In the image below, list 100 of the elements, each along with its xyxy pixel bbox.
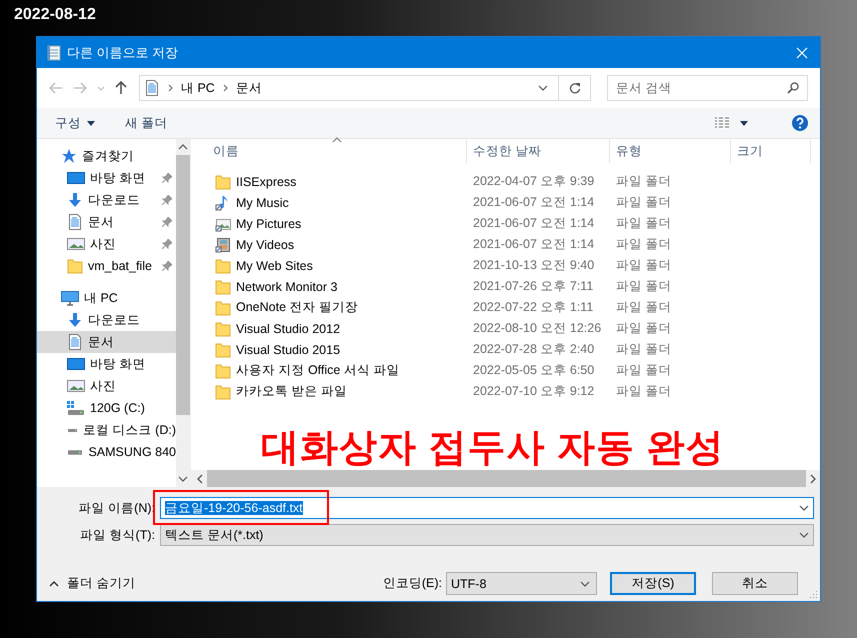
file-name[interactable]: My Music: [236, 196, 289, 210]
folder-icon: [215, 278, 231, 294]
resize-grip-icon: [808, 589, 818, 599]
column-header[interactable]: 크기: [731, 139, 811, 163]
breadcrumb-item[interactable]: 내 PC: [181, 80, 215, 96]
vertical-scrollbar[interactable]: [176, 139, 190, 487]
chevron-icon: [168, 84, 173, 92]
navigation-item[interactable]: SAMSUNG 840: [37, 441, 176, 463]
folder-icon: [215, 300, 231, 316]
encoding-dropdown[interactable]: UTF-8: [446, 572, 597, 595]
modified-date: 2022-07-28 오후 2:40: [472, 341, 596, 358]
folder-icon: [215, 384, 231, 400]
dialog-button[interactable]: 취소: [712, 572, 798, 595]
modified-date: 2021-06-07 오전 1:14: [472, 215, 596, 232]
file-type: 파일 폴더: [615, 215, 672, 232]
details-view-icon: [714, 117, 730, 129]
navigation-item[interactable]: 120G (C:): [37, 397, 176, 419]
address-bar[interactable]: 내 PC 문서: [139, 75, 591, 101]
navigation-item[interactable]: 다운로드: [37, 309, 176, 331]
hide-folders-button[interactable]: 폴더 숨기기: [49, 575, 136, 592]
file-name-field[interactable]: 금요일-19-20-56-asdf.txt: [160, 497, 814, 519]
folder-icon: [215, 362, 231, 378]
landscape-picture-icon: [67, 236, 85, 252]
modified-date: 2022-07-10 오후 9:12: [472, 383, 596, 400]
system-drive-icon: [67, 400, 85, 416]
column-header[interactable]: 수정한 날짜: [467, 139, 610, 163]
column-header[interactable]: 유형: [610, 139, 731, 163]
file-name[interactable]: IISExpress: [236, 174, 296, 188]
horizontal-scrollbar[interactable]: [191, 470, 820, 487]
navigation-item[interactable]: 내 PC: [37, 287, 176, 309]
search-field[interactable]: 문서 검색: [607, 75, 808, 101]
file-type: 파일 폴더: [615, 320, 672, 337]
file-name[interactable]: Visual Studio 2012: [236, 322, 340, 336]
file-type: 파일 폴더: [615, 257, 672, 274]
modified-date: 2022-08-10 오전 12:26: [472, 320, 602, 337]
organize-menu-button[interactable]: 구성: [55, 112, 95, 134]
up-button[interactable]: [113, 79, 129, 97]
file-name[interactable]: 카카오톡 받은 파일: [236, 383, 347, 400]
folder-icon: [215, 174, 231, 190]
navigation-item[interactable]: 문서: [37, 331, 176, 353]
forward-button[interactable]: [71, 80, 89, 96]
breadcrumb-item[interactable]: 문서: [236, 80, 262, 96]
navigation-item[interactable]: 문서: [37, 211, 176, 233]
file-type: 파일 폴더: [615, 278, 672, 295]
column-header[interactable]: 이름: [191, 139, 467, 163]
navigation-item[interactable]: 바탕 화면: [37, 353, 176, 375]
navigation-item[interactable]: 로컬 디스크 (D:): [37, 419, 176, 441]
navigation-item[interactable]: 사진: [37, 375, 176, 397]
notepad-icon: [47, 44, 61, 60]
navigation-item[interactable]: vm_bat_file: [37, 255, 176, 277]
drive-icon: [68, 450, 82, 454]
document-icon: [67, 334, 83, 350]
file-name[interactable]: OneNote 전자 필기장: [236, 299, 358, 316]
file-type: 파일 폴더: [615, 299, 672, 316]
caret-icon: [87, 120, 95, 126]
file-name[interactable]: 사용자 지정 Office 서식 파일: [236, 362, 400, 379]
window-title: 다른 이름으로 저장: [67, 44, 180, 62]
down-arrow-icon: [67, 192, 83, 208]
landscape-picture-icon: [67, 378, 85, 394]
navigation-item[interactable]: 사진: [37, 233, 176, 255]
modified-date: 2022-04-07 오후 9:39: [472, 173, 596, 190]
caret-icon: [740, 120, 748, 126]
file-name[interactable]: My Web Sites: [236, 258, 313, 272]
file-type: 파일 폴더: [615, 341, 672, 358]
drive-icon: [68, 428, 78, 432]
search-icon: [787, 82, 799, 94]
document-icon: [144, 80, 160, 96]
navigation-item[interactable]: 바탕 화면: [37, 167, 176, 189]
modified-date: 2021-10-13 오전 9:40: [472, 257, 596, 274]
new-folder-button[interactable]: 새 폴더: [125, 112, 168, 134]
scroll-right-icon: [810, 474, 816, 484]
file-name[interactable]: My Pictures: [236, 216, 302, 230]
folder-icon: [215, 320, 231, 336]
dialog-button[interactable]: 저장(S): [610, 572, 696, 595]
file-name[interactable]: My Videos: [236, 238, 294, 252]
encoding-label: 인코딩(E):: [382, 575, 442, 592]
file-name[interactable]: Visual Studio 2015: [236, 342, 340, 356]
dropdown-caret-icon: [799, 505, 809, 511]
navigation-item[interactable]: 다운로드: [37, 189, 176, 211]
caret-icon: [49, 580, 59, 586]
dropdown-caret-icon: [580, 580, 590, 586]
history-dropdown-button[interactable]: [95, 84, 107, 92]
refresh-icon: [568, 82, 580, 94]
file-type: 파일 폴더: [615, 362, 672, 379]
folder-icon: [67, 258, 83, 274]
file-type-dropdown[interactable]: 텍스트 문서(*.txt): [160, 524, 814, 546]
view-options-button[interactable]: [714, 117, 748, 129]
file-type: 파일 폴더: [615, 236, 672, 253]
file-name[interactable]: Network Monitor 3: [236, 280, 338, 294]
star-icon: [61, 148, 77, 164]
file-type: 파일 폴더: [615, 383, 672, 400]
navigation-item[interactable]: 즐겨찾기: [37, 145, 176, 167]
down-arrow-icon: [67, 312, 83, 328]
modified-date: 2022-05-05 오후 6:50: [472, 362, 596, 379]
back-button[interactable]: [47, 80, 65, 96]
modified-date: 2022-07-22 오후 1:11: [472, 299, 594, 316]
folder-icon: [215, 342, 231, 358]
desktop-icon: [67, 170, 85, 186]
dropdown-caret-icon: [799, 532, 809, 538]
help-button[interactable]: [792, 115, 808, 131]
